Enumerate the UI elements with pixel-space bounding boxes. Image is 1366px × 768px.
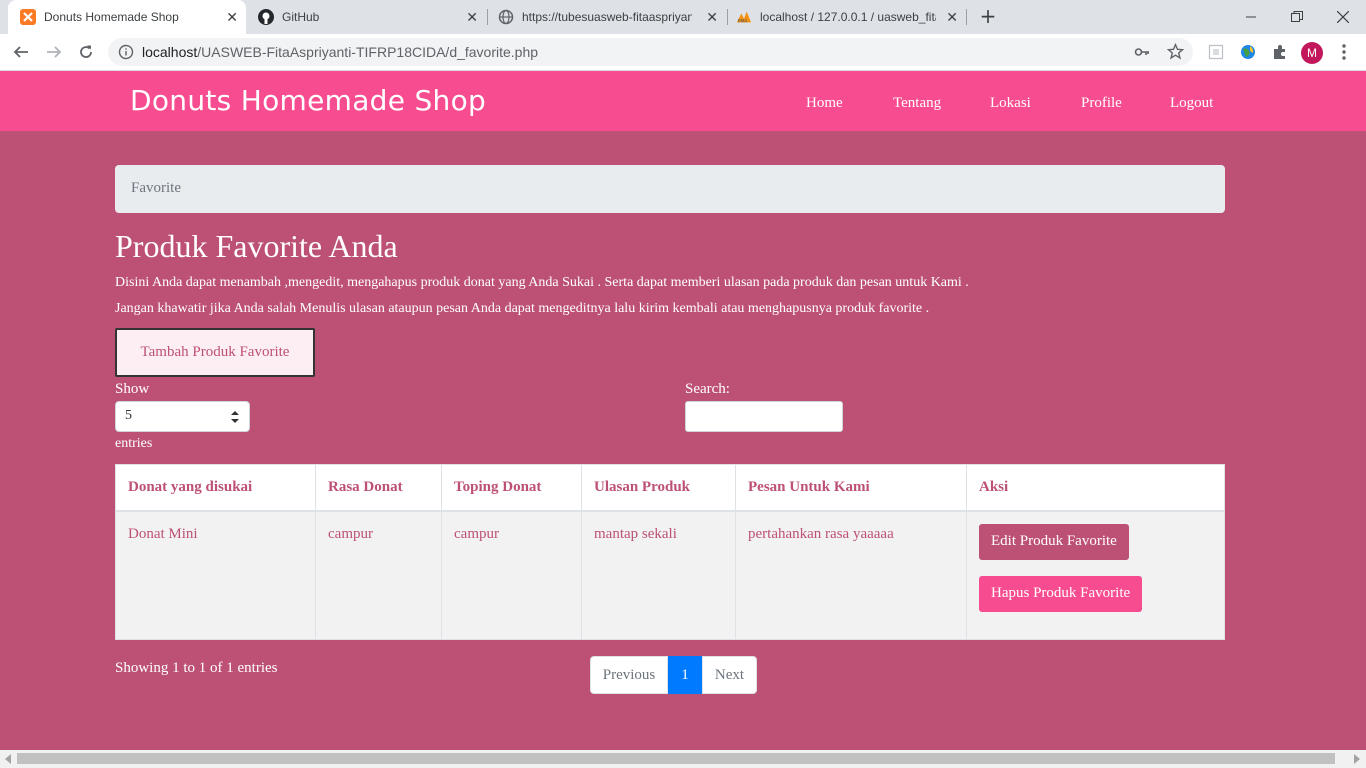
select-arrows-icon (231, 411, 239, 423)
url-host: localhost (142, 44, 198, 60)
minimize-icon[interactable] (1228, 0, 1274, 34)
favorites-table: Donat yang disukai Rasa Donat Toping Don… (115, 464, 1225, 640)
entries-value: 5 (125, 408, 132, 423)
site-brand[interactable]: Donuts Homemade Shop (130, 84, 486, 117)
tab-phpmyadmin[interactable]: PMA localhost / 127.0.0.1 / uasweb_fita … (728, 0, 966, 34)
forward-icon[interactable] (42, 40, 66, 64)
url-path: /UASWEB-FitaAspriyanti-TIFRP18CIDA/d_fav… (197, 44, 539, 60)
cell-donat: Donat Mini (115, 510, 316, 640)
browser-toolbar: localhost/UASWEB-FitaAspriyanti-TIFRP18C… (0, 34, 1366, 71)
column-header[interactable]: Rasa Donat (315, 464, 442, 512)
scroll-left-icon[interactable] (4, 754, 12, 764)
table-header-row: Donat yang disukai Rasa Donat Toping Don… (115, 464, 1225, 512)
previous-button[interactable]: Previous (590, 656, 668, 694)
cell-toping: campur (441, 510, 582, 640)
breadcrumb-item: Favorite (131, 180, 181, 196)
profile-avatar[interactable]: M (1301, 42, 1323, 64)
tab-github[interactable]: GitHub ✕ (246, 0, 486, 34)
entries-label: entries (115, 436, 153, 451)
nav-lokasi[interactable]: Lokasi (990, 95, 1031, 112)
puzzle-icon[interactable] (1271, 43, 1289, 61)
phpmyadmin-icon: PMA (736, 9, 752, 25)
column-header[interactable]: Donat yang disukai (115, 464, 316, 512)
globe-extension-icon[interactable] (1239, 43, 1257, 61)
globe-icon (498, 9, 514, 25)
scroll-right-icon[interactable] (1353, 754, 1361, 764)
cell-pesan: pertahankan rasa yaaaaa (735, 510, 967, 640)
menu-dots-icon[interactable] (1335, 43, 1353, 61)
tab-title: localhost / 127.0.0.1 / uasweb_fita (760, 10, 936, 24)
table-info: Showing 1 to 1 of 1 entries (115, 660, 278, 676)
svg-text:PMA: PMA (738, 18, 748, 24)
page-description: Disini Anda dapat menambah ,mengedit, me… (115, 275, 969, 290)
search-label: Search: (685, 381, 730, 397)
page-title: Produk Favorite Anda (115, 228, 398, 264)
tab-separator (966, 9, 967, 25)
extension-page-icon[interactable] (1207, 43, 1225, 61)
url-text: localhost/UASWEB-FitaAspriyanti-TIFRP18C… (142, 44, 538, 60)
browser-tabbar: Donuts Homemade Shop ✕ GitHub ✕ https://… (0, 0, 1366, 34)
column-header[interactable]: Toping Donat (441, 464, 582, 512)
close-icon[interactable]: ✕ (706, 9, 718, 25)
column-header[interactable]: Pesan Untuk Kami (735, 464, 967, 512)
next-button[interactable]: Next (702, 656, 757, 694)
search-input[interactable] (685, 401, 843, 432)
back-icon[interactable] (9, 40, 33, 64)
nav-logout[interactable]: Logout (1170, 95, 1213, 112)
tab-donuts-shop[interactable]: Donuts Homemade Shop ✕ (8, 0, 246, 34)
cell-aksi: Edit Produk Favorite Hapus Produk Favori… (966, 510, 1225, 640)
nav-profile[interactable]: Profile (1081, 95, 1122, 112)
table-row: Donat Mini campur campur mantap sekali p… (115, 510, 1225, 640)
edit-favorite-button[interactable]: Edit Produk Favorite (979, 523, 1129, 560)
close-window-icon[interactable] (1320, 0, 1366, 34)
tab-tubesuasweb[interactable]: https://tubesuasweb-fitaaspriyan ✕ (488, 0, 726, 34)
star-icon[interactable] (1166, 42, 1185, 65)
add-favorite-button[interactable]: Tambah Produk Favorite (115, 328, 315, 377)
close-icon[interactable]: ✕ (226, 9, 238, 25)
cell-rasa: campur (315, 510, 442, 640)
horizontal-scrollbar[interactable] (0, 750, 1366, 768)
address-bar[interactable]: localhost/UASWEB-FitaAspriyanti-TIFRP18C… (108, 38, 1193, 66)
tab-title: Donuts Homemade Shop (44, 10, 179, 24)
show-label: Show (115, 381, 150, 397)
column-header[interactable]: Ulasan Produk (581, 464, 736, 512)
page-description-2: Jangan khawatir jika Anda salah Menulis … (115, 301, 930, 316)
site-navbar: Donuts Homemade Shop Home Tentang Lokasi… (0, 71, 1366, 131)
pagination: Previous 1 Next (590, 656, 757, 694)
info-icon[interactable] (118, 44, 134, 65)
github-icon (258, 9, 274, 25)
tab-title: GitHub (282, 10, 320, 24)
delete-favorite-button[interactable]: Hapus Produk Favorite (979, 575, 1143, 612)
column-header[interactable]: Aksi (966, 464, 1225, 512)
tab-title: https://tubesuasweb-fitaaspriyan (522, 10, 692, 24)
key-icon[interactable] (1134, 44, 1150, 65)
close-icon[interactable]: ✕ (946, 9, 958, 25)
xampp-icon (20, 9, 36, 25)
entries-select[interactable]: 5 (115, 401, 250, 432)
cell-ulasan: mantap sekali (581, 510, 736, 640)
breadcrumb: Favorite (115, 165, 1225, 213)
nav-tentang[interactable]: Tentang (893, 95, 941, 112)
restore-icon[interactable] (1274, 0, 1320, 34)
new-tab-icon[interactable]: + (976, 5, 1000, 29)
reload-icon[interactable] (74, 40, 98, 64)
nav-home[interactable]: Home (806, 95, 843, 112)
scrollbar-thumb[interactable] (17, 753, 1335, 764)
page-button-current[interactable]: 1 (668, 656, 702, 694)
close-icon[interactable]: ✕ (466, 9, 478, 25)
